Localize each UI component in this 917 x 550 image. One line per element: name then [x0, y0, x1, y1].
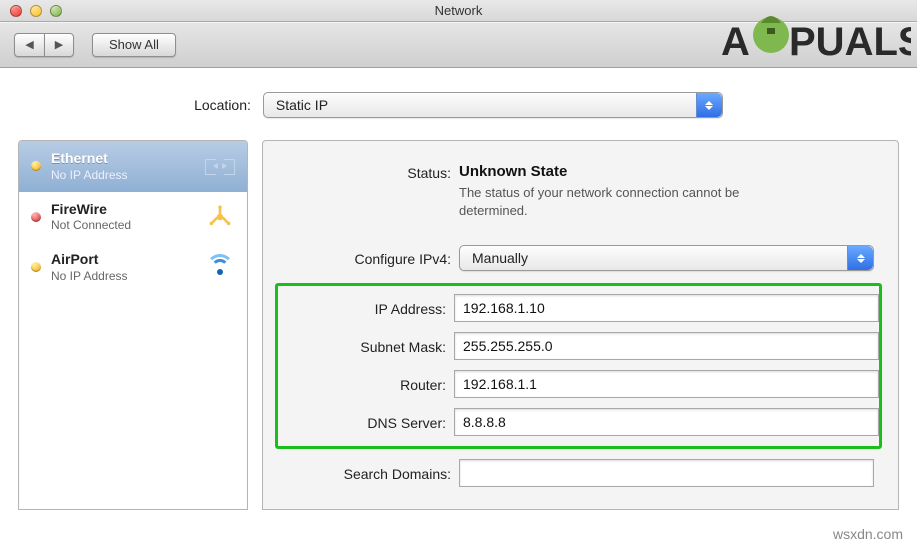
configure-value: Manually: [472, 250, 528, 266]
footer-watermark: wsxdn.com: [833, 526, 903, 542]
show-all-button[interactable]: Show All: [92, 33, 176, 57]
sidebar-item-firewire[interactable]: FireWire Not Connected: [19, 192, 247, 243]
router-label: Router:: [278, 375, 454, 393]
location-row: Location: Static IP: [0, 92, 917, 118]
titlebar: Network: [0, 0, 917, 22]
sidebar-item-airport[interactable]: AirPort No IP Address: [19, 242, 247, 293]
search-domains-label: Search Domains:: [287, 464, 459, 482]
subnet-mask-field[interactable]: [454, 332, 879, 360]
window-title: Network: [435, 3, 483, 18]
router-row: Router:: [278, 370, 879, 398]
sidebar-item-title: FireWire: [51, 201, 193, 219]
settings-panel: Status: Unknown State The status of your…: [262, 140, 899, 510]
location-select[interactable]: Static IP: [263, 92, 723, 118]
sidebar-item-title: Ethernet: [51, 150, 193, 168]
firewire-icon: [203, 203, 237, 231]
ip-label: IP Address:: [278, 299, 454, 317]
sidebar-item-sub: Not Connected: [51, 218, 193, 233]
chevron-right-icon: ▶: [55, 38, 63, 51]
dns-row: DNS Server:: [278, 408, 879, 436]
status-dot-icon: [31, 161, 41, 171]
zoom-icon[interactable]: [50, 5, 62, 17]
status-dot-icon: [31, 212, 41, 222]
sidebar-text: FireWire Not Connected: [51, 201, 193, 234]
status-dot-icon: [31, 262, 41, 272]
router-field[interactable]: [454, 370, 879, 398]
highlight-box: IP Address: Subnet Mask: Router: DNS Ser…: [275, 283, 882, 449]
updown-icon: [696, 93, 722, 117]
search-domains-field[interactable]: [459, 459, 874, 487]
status-label: Status:: [287, 163, 459, 181]
updown-icon: [847, 246, 873, 270]
configure-label: Configure IPv4:: [287, 249, 459, 267]
sidebar-text: Ethernet No IP Address: [51, 150, 193, 183]
status-value: Unknown State The status of your network…: [459, 163, 874, 219]
window-controls: [10, 5, 62, 17]
forward-button[interactable]: ▶: [44, 33, 74, 57]
sidebar-item-sub: No IP Address: [51, 168, 193, 183]
status-row: Status: Unknown State The status of your…: [287, 163, 874, 219]
ethernet-icon: [203, 152, 237, 180]
dns-label: DNS Server:: [278, 413, 454, 431]
configure-ipv4-select[interactable]: Manually: [459, 245, 874, 271]
chevron-left-icon: ◀: [25, 38, 33, 51]
nav-group: ◀ ▶: [14, 33, 74, 57]
sidebar-item-title: AirPort: [51, 251, 193, 269]
close-icon[interactable]: [10, 5, 22, 17]
sidebar-text: AirPort No IP Address: [51, 251, 193, 284]
search-domains-row: Search Domains:: [287, 459, 874, 487]
dns-server-field[interactable]: [454, 408, 879, 436]
toolbar: ◀ ▶ Show All: [0, 22, 917, 68]
sidebar-item-sub: No IP Address: [51, 269, 193, 284]
main: Ethernet No IP Address FireWire Not Conn…: [0, 140, 917, 510]
subnet-row: Subnet Mask:: [278, 332, 879, 360]
back-button[interactable]: ◀: [14, 33, 44, 57]
configure-row: Configure IPv4: Manually: [287, 245, 874, 271]
subnet-label: Subnet Mask:: [278, 337, 454, 355]
sidebar: Ethernet No IP Address FireWire Not Conn…: [18, 140, 248, 510]
minimize-icon[interactable]: [30, 5, 42, 17]
ip-row: IP Address:: [278, 294, 879, 322]
status-name: Unknown State: [459, 163, 874, 180]
wifi-icon: [203, 253, 237, 281]
sidebar-item-ethernet[interactable]: Ethernet No IP Address: [19, 141, 247, 192]
location-label: Location:: [194, 97, 251, 113]
location-value: Static IP: [276, 97, 328, 113]
ip-address-field[interactable]: [454, 294, 879, 322]
status-desc: The status of your network connection ca…: [459, 184, 759, 219]
